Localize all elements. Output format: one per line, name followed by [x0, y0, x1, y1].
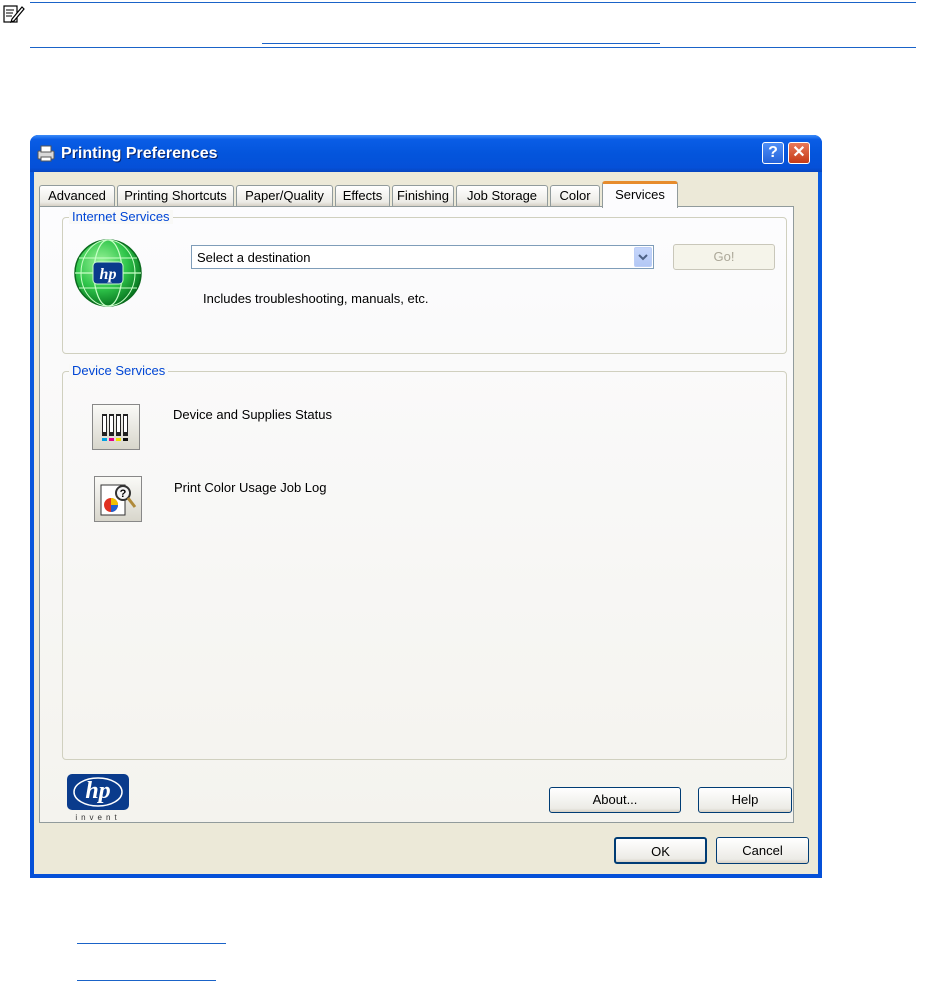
- title-help-button[interactable]: ?: [762, 142, 784, 164]
- internet-services-group: Internet Services: [62, 210, 787, 354]
- printer-icon: [37, 145, 55, 162]
- tab-job-storage[interactable]: Job Storage: [456, 185, 548, 206]
- internet-services-description: Includes troubleshooting, manuals, etc.: [203, 291, 429, 306]
- destination-select-value: Select a destination: [197, 250, 311, 265]
- window-title: Printing Preferences: [61, 145, 218, 162]
- title-close-button[interactable]: ✕: [788, 142, 810, 164]
- dialog-client-area: Advanced Printing Shortcuts Paper/Qualit…: [34, 172, 818, 874]
- hp-globe-icon: hp: [74, 239, 142, 307]
- tab-printing-shortcuts[interactable]: Printing Shortcuts: [117, 185, 234, 206]
- cancel-button[interactable]: Cancel: [716, 837, 809, 864]
- color-usage-log-icon[interactable]: ?: [94, 476, 142, 522]
- services-tab-panel: Internet Services hp Select a destinatio…: [39, 206, 794, 823]
- go-button[interactable]: Go!: [673, 244, 775, 270]
- device-services-group: Device Services: [62, 364, 787, 760]
- note-bottom-rule: [30, 47, 916, 48]
- note-link-underline[interactable]: [262, 43, 660, 44]
- device-services-label: Device Services: [69, 364, 169, 378]
- internet-services-label: Internet Services: [69, 210, 173, 224]
- chevron-down-icon[interactable]: [634, 247, 652, 267]
- tab-effects[interactable]: Effects: [335, 185, 390, 206]
- ok-button[interactable]: OK: [614, 837, 707, 864]
- tab-services[interactable]: Services: [602, 181, 678, 208]
- tab-finishing[interactable]: Finishing: [392, 185, 454, 206]
- tab-color[interactable]: Color: [550, 185, 600, 206]
- hp-tagline: invent: [75, 813, 121, 822]
- note-top-rule: [30, 2, 916, 3]
- about-button[interactable]: About...: [549, 787, 681, 813]
- note-icon: [3, 5, 25, 23]
- svg-text:hp: hp: [100, 266, 117, 283]
- color-usage-job-log-link[interactable]: Print Color Usage Job Log: [174, 480, 326, 495]
- svg-text:?: ?: [120, 488, 127, 500]
- help-button[interactable]: Help: [698, 787, 792, 813]
- bottom-link-1[interactable]: [77, 943, 226, 944]
- device-supplies-status-link[interactable]: Device and Supplies Status: [173, 407, 332, 422]
- hp-logo-text: hp: [85, 778, 111, 804]
- printing-preferences-window: Printing Preferences ? ✕ Advanced Printi…: [30, 135, 822, 878]
- tab-advanced[interactable]: Advanced: [39, 185, 115, 206]
- bottom-link-2[interactable]: [77, 980, 216, 981]
- title-bar[interactable]: Printing Preferences ? ✕: [30, 135, 822, 172]
- destination-select[interactable]: Select a destination: [191, 245, 654, 269]
- supplies-status-icon[interactable]: [92, 404, 140, 450]
- tab-paper-quality[interactable]: Paper/Quality: [236, 185, 333, 206]
